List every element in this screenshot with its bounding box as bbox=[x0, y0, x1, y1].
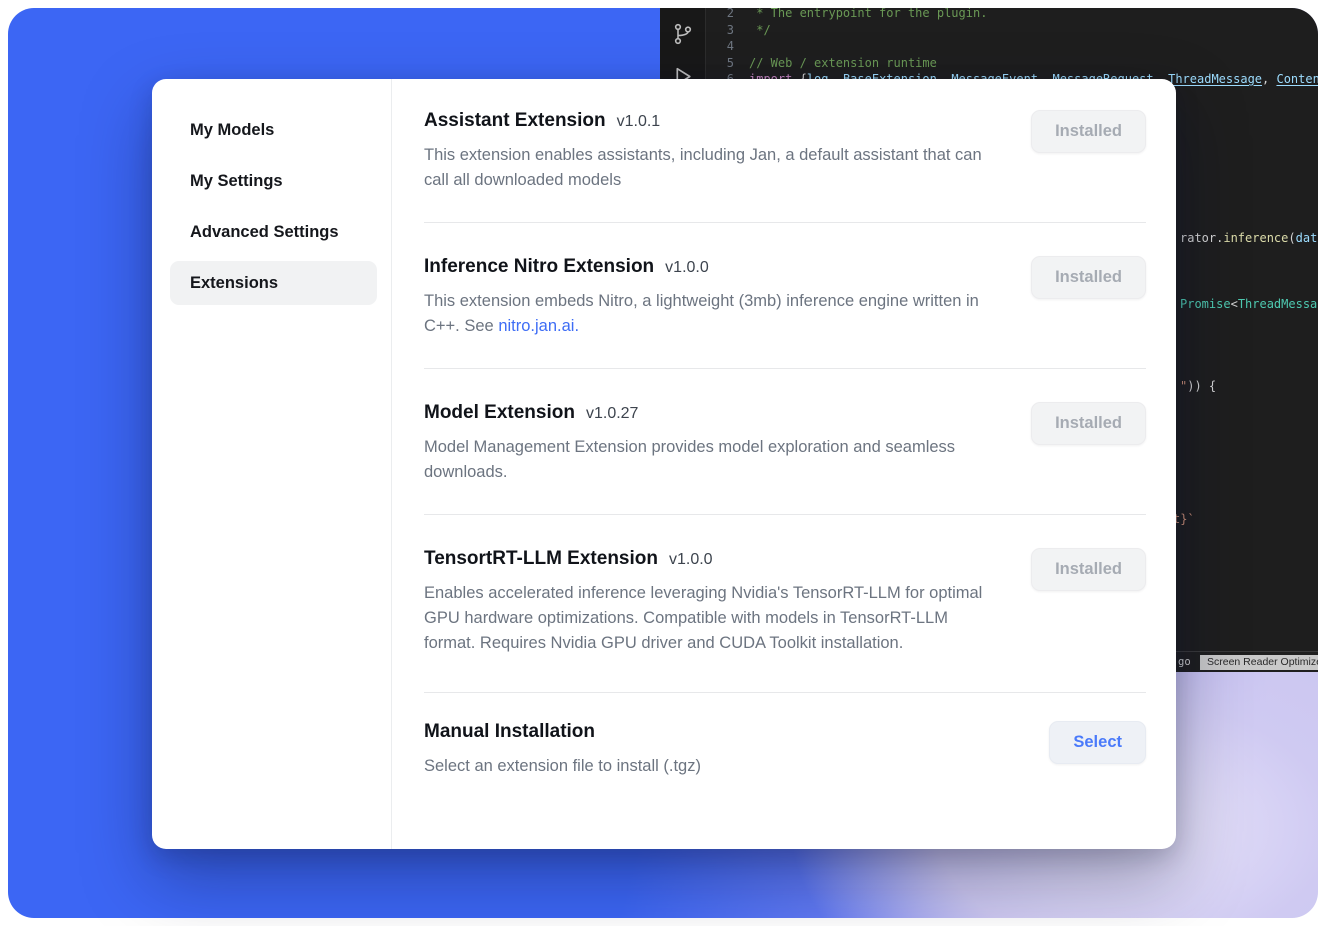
sidebar-item-advanced-settings[interactable]: Advanced Settings bbox=[170, 210, 377, 254]
manual-installation-title: Manual Installation bbox=[424, 721, 595, 743]
code-fragment: ")) { bbox=[1180, 379, 1216, 393]
extension-row-tensorrt: TensortRT-LLM Extension v1.0.0 Enables a… bbox=[424, 515, 1146, 692]
nitro-link[interactable]: nitro.jan.ai. bbox=[498, 317, 579, 335]
settings-sidebar: My Models My Settings Advanced Settings … bbox=[152, 79, 392, 849]
extension-version: v1.0.27 bbox=[586, 405, 638, 423]
extension-row-model: Model Extension v1.0.27 Model Management… bbox=[424, 369, 1146, 514]
extension-version: v1.0.0 bbox=[665, 259, 709, 277]
code-fragment: rator.inference(data)); bbox=[1180, 231, 1318, 245]
extensions-panel: Assistant Extension v1.0.1 This extensio… bbox=[392, 79, 1176, 849]
installed-button[interactable]: Installed bbox=[1031, 548, 1146, 591]
sidebar-item-my-settings[interactable]: My Settings bbox=[170, 159, 377, 203]
extension-description: This extension embeds Nitro, a lightweig… bbox=[424, 289, 1002, 339]
extension-name: Model Extension bbox=[424, 402, 575, 424]
manual-installation-description: Select an extension file to install (.tg… bbox=[424, 754, 1002, 779]
select-file-button[interactable]: Select bbox=[1049, 721, 1146, 764]
screen-reader-badge[interactable]: Screen Reader Optimized bbox=[1200, 655, 1318, 670]
manual-installation-row: Manual Installation Select an extension … bbox=[424, 693, 1146, 808]
code-lines: 2 * The entrypoint for the plugin.3 */45… bbox=[706, 8, 1318, 88]
installed-button[interactable]: Installed bbox=[1031, 110, 1146, 153]
sidebar-item-my-models[interactable]: My Models bbox=[170, 108, 377, 152]
extension-name: Assistant Extension bbox=[424, 110, 606, 132]
source-control-icon[interactable] bbox=[671, 22, 695, 46]
installed-button[interactable]: Installed bbox=[1031, 402, 1146, 445]
settings-modal: My Models My Settings Advanced Settings … bbox=[152, 79, 1176, 849]
extension-row-assistant: Assistant Extension v1.0.1 This extensio… bbox=[424, 79, 1146, 222]
extension-name: TensortRT-LLM Extension bbox=[424, 548, 658, 570]
extension-name: Inference Nitro Extension bbox=[424, 256, 654, 278]
extension-version: v1.0.1 bbox=[617, 113, 661, 131]
extension-description: Model Management Extension provides mode… bbox=[424, 435, 1002, 485]
code-fragment: Promise<ThreadMessage> bbox=[1180, 297, 1318, 311]
extension-row-nitro: Inference Nitro Extension v1.0.0 This ex… bbox=[424, 223, 1146, 368]
installed-button[interactable]: Installed bbox=[1031, 256, 1146, 299]
code-fragment: t}` bbox=[1173, 512, 1195, 526]
extension-version: v1.0.0 bbox=[669, 551, 713, 569]
status-text: go bbox=[1178, 656, 1191, 668]
extension-description: This extension enables assistants, inclu… bbox=[424, 143, 1002, 193]
extension-description: Enables accelerated inference leveraging… bbox=[424, 581, 1002, 656]
sidebar-item-extensions[interactable]: Extensions bbox=[170, 261, 377, 305]
